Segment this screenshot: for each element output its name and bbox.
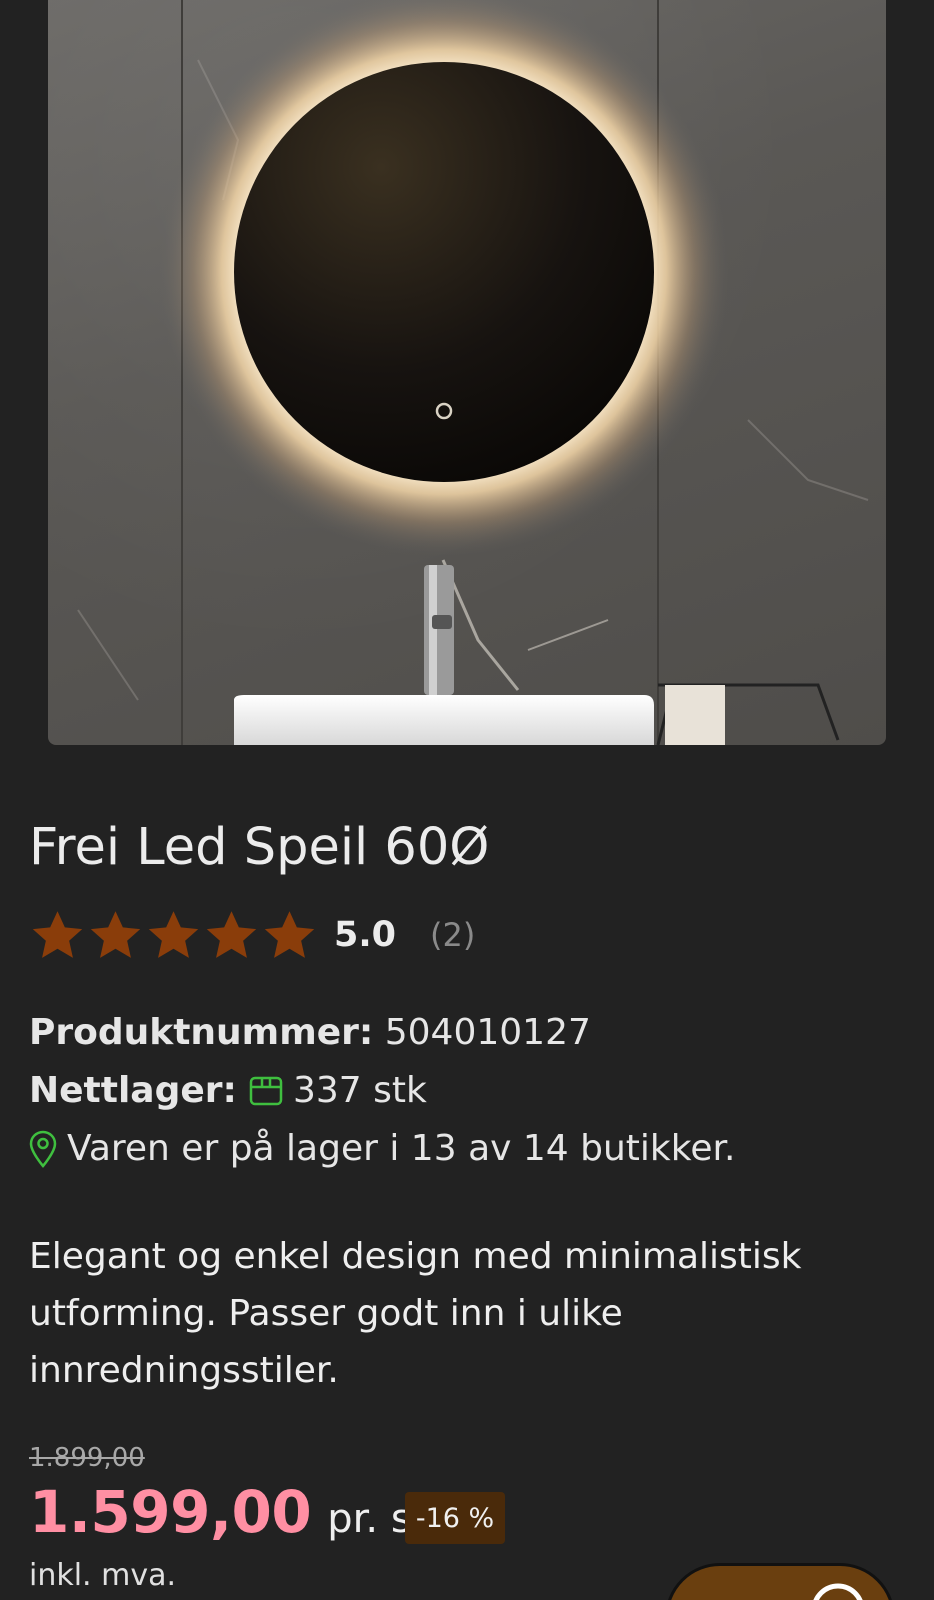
product-image[interactable] — [48, 0, 886, 745]
old-price: 1.899,00 — [29, 1443, 145, 1473]
rating-stars — [29, 907, 318, 964]
box-icon — [249, 1076, 283, 1105]
rating-count[interactable]: (2) — [430, 916, 475, 954]
rating-score: 5.0 — [334, 915, 397, 955]
vat-note: inkl. mva. — [29, 1558, 177, 1593]
current-price: 1.599,00 — [29, 1478, 312, 1546]
price-row: 1.599,00 pr. stk — [29, 1478, 451, 1546]
star-icon — [264, 910, 315, 958]
star-icon — [90, 910, 141, 958]
star-icon — [206, 910, 257, 958]
web-stock-value: 337 stk — [292, 1070, 427, 1111]
product-number-value: 504010127 — [384, 1012, 591, 1053]
product-rating[interactable]: 5.0 (2) — [29, 905, 475, 965]
chat-icon — [813, 1583, 863, 1600]
chat-button[interactable] — [665, 1563, 895, 1600]
product-number-label: Produktnummer: — [29, 1012, 374, 1053]
product-number: Produktnummer: 504010127 — [29, 1012, 591, 1053]
discount-badge: -16 % — [405, 1492, 505, 1544]
star-icon — [32, 910, 83, 958]
star-icon — [148, 910, 199, 958]
location-pin-icon — [29, 1130, 57, 1168]
product-description: Elegant og enkel design med minimalistis… — [29, 1236, 802, 1391]
product-title: Frei Led Speil 60Ø — [29, 818, 490, 877]
web-stock-label: Nettlager: — [29, 1070, 237, 1111]
store-availability-text: Varen er på lager i 13 av 14 butikker. — [67, 1128, 736, 1169]
web-stock: Nettlager: 337 stk — [29, 1070, 427, 1111]
product-page: Frei Led Speil 60Ø 5.0 (2) Produktnummer… — [0, 0, 934, 1600]
store-availability[interactable]: Varen er på lager i 13 av 14 butikker. — [29, 1128, 735, 1169]
